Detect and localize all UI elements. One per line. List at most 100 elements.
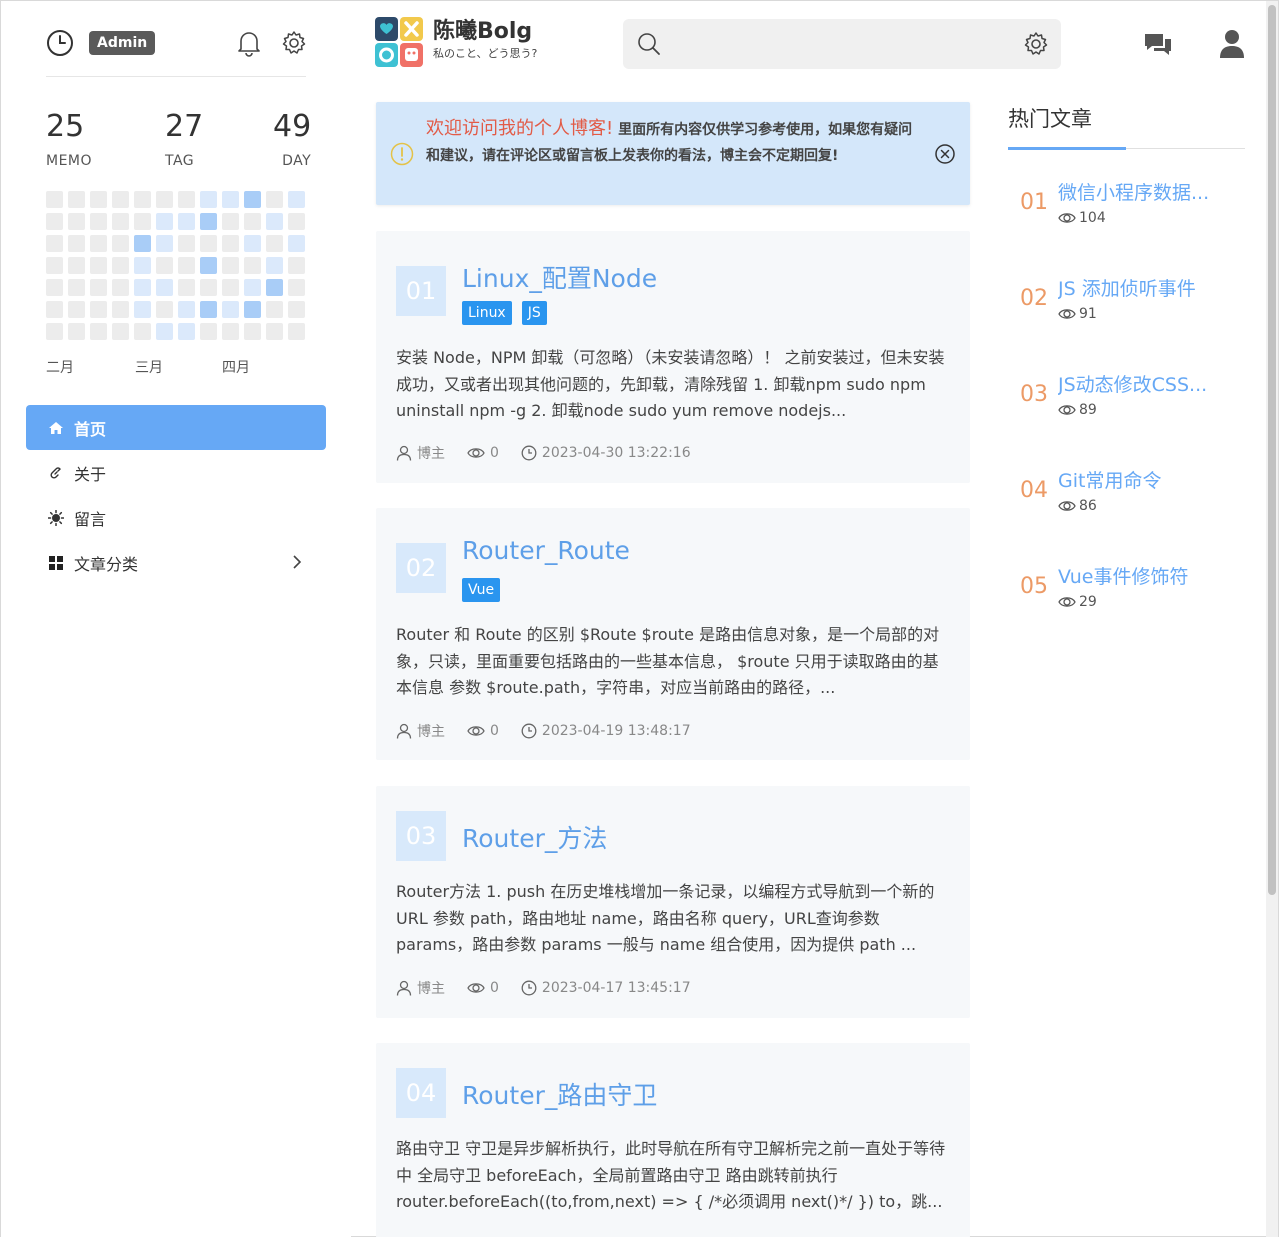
- heatmap-cell: [288, 323, 305, 340]
- eye-icon: [1058, 309, 1076, 319]
- heatmap-cell: [134, 235, 151, 252]
- search-bar: [623, 19, 1061, 69]
- hot-article-title[interactable]: Vue事件修饰符: [1058, 562, 1238, 589]
- nav-item-about[interactable]: 关于: [26, 450, 326, 495]
- heatmap-cell: [112, 235, 129, 252]
- nav-item-categories[interactable]: 文章分类: [26, 540, 326, 585]
- search-icon[interactable]: [637, 32, 661, 56]
- sidebar-toolbar: Admin: [46, 25, 306, 77]
- settings-gear-icon[interactable]: [281, 30, 307, 56]
- heatmap-cell: [244, 257, 261, 274]
- admin-badge[interactable]: Admin: [89, 31, 156, 55]
- heatmap-cell: [68, 213, 85, 230]
- eye-icon: [467, 448, 485, 458]
- hot-article-title[interactable]: 微信小程序数据...: [1058, 178, 1238, 205]
- article-author: 博主: [396, 978, 445, 998]
- heatmap-cell: [156, 235, 173, 252]
- heatmap-cell: [288, 191, 305, 208]
- clock-outline-icon: [521, 980, 537, 996]
- article-card[interactable]: 01 Linux_配置Node Linux JS 安装 Node，NPM 卸载（…: [376, 231, 970, 483]
- article-title[interactable]: Linux_配置Node: [462, 259, 657, 295]
- page-scrollbar[interactable]: [1266, 1, 1278, 1237]
- notice-text: 欢迎访问我的个人博客! 里面所有内容仅供学习参考使用，如果您有疑问和建议，请在评…: [426, 116, 916, 169]
- stat-day-label: DAY: [282, 153, 312, 169]
- article-card[interactable]: 03 Router_方法 Router方法 1. push 在历史堆栈增加一条记…: [376, 786, 970, 1018]
- article-title[interactable]: Router_方法: [462, 819, 607, 855]
- hot-article-title[interactable]: Git常用命令: [1058, 466, 1238, 493]
- hot-article-item[interactable]: 01 微信小程序数据... 104: [1008, 178, 1245, 238]
- article-title[interactable]: Router_路由守卫: [462, 1076, 657, 1112]
- heatmap-cell: [200, 257, 217, 274]
- article-tag[interactable]: Vue: [462, 578, 501, 602]
- article-date: 2023-04-30 13:22:16: [521, 445, 691, 461]
- hot-rank: 05: [1020, 574, 1048, 599]
- heatmap-cell: [46, 191, 63, 208]
- left-sidebar: Admin 25 MEMO 27 TAG 49 DAY 二月 三月 四月 首页 …: [1, 1, 351, 1237]
- article-tag[interactable]: Linux: [462, 301, 512, 325]
- hot-articles-title: 热门文章: [1008, 107, 1092, 131]
- heatmap-cell: [222, 323, 239, 340]
- heatmap-cell: [46, 213, 63, 230]
- stat-tag: 27 TAG: [165, 109, 203, 169]
- article-tags: Linux JS: [462, 301, 547, 325]
- hot-article-views: 91: [1058, 306, 1097, 322]
- eye-icon: [467, 983, 485, 993]
- brand[interactable]: 陈曦Bolg 私のこと、どう思う?: [433, 17, 537, 61]
- site-logo[interactable]: [375, 17, 423, 67]
- article-date: 2023-04-19 13:48:17: [521, 723, 691, 739]
- hot-article-item[interactable]: 03 JS动态修改CSS... 89: [1008, 370, 1245, 430]
- heatmap-cell: [200, 213, 217, 230]
- article-card[interactable]: 04 Router_路由守卫 路由守卫 守卫是异步解析执行，此时导航在所有守卫解…: [376, 1043, 970, 1237]
- eye-icon: [1058, 501, 1076, 511]
- nav-item-guestbook[interactable]: 留言: [26, 495, 326, 540]
- heatmap-cell: [134, 213, 151, 230]
- month-label: 三月: [135, 360, 163, 376]
- notice-highlight: 欢迎访问我的个人博客!: [426, 118, 614, 139]
- user-icon[interactable]: [1219, 29, 1245, 59]
- heatmap-cell: [178, 279, 195, 296]
- sun-icon: [48, 509, 64, 526]
- heatmap-cell: [134, 301, 151, 318]
- search-settings-icon[interactable]: [1023, 31, 1049, 57]
- user-outline-icon: [396, 980, 412, 996]
- article-tag[interactable]: JS: [521, 301, 547, 325]
- nav-item-home[interactable]: 首页: [26, 405, 326, 450]
- stats-panel: 25 MEMO 27 TAG 49 DAY: [46, 109, 311, 179]
- brand-name: 陈曦Bolg: [433, 19, 533, 44]
- hot-article-item[interactable]: 04 Git常用命令 86: [1008, 466, 1245, 526]
- heatmap-cell: [46, 323, 63, 340]
- hot-article-item[interactable]: 05 Vue事件修饰符 29: [1008, 562, 1245, 622]
- date-text: 2023-04-17 13:45:17: [541, 980, 691, 996]
- heatmap-cell: [222, 191, 239, 208]
- stat-memo: 25 MEMO: [46, 109, 92, 169]
- scrollbar-thumb[interactable]: [1268, 5, 1276, 895]
- article-index: 04: [396, 1068, 446, 1118]
- heatmap-cell: [244, 235, 261, 252]
- hot-article-title[interactable]: JS 添加侦听事件: [1058, 274, 1238, 301]
- chat-icon[interactable]: [1143, 31, 1173, 59]
- user-outline-icon: [396, 723, 412, 739]
- bell-icon[interactable]: [236, 29, 262, 57]
- author-name: 博主: [417, 446, 445, 462]
- close-icon[interactable]: [934, 143, 956, 165]
- heatmap-cell: [112, 257, 129, 274]
- hot-article-title[interactable]: JS动态修改CSS...: [1058, 370, 1238, 397]
- article-views: 0: [467, 980, 499, 996]
- heatmap-cell: [288, 279, 305, 296]
- heatmap-cell: [222, 257, 239, 274]
- view-count: 29: [1079, 594, 1097, 610]
- view-count: 104: [1079, 210, 1106, 226]
- title-underline: [1008, 147, 1126, 150]
- search-input[interactable]: [673, 29, 1003, 59]
- article-card[interactable]: 02 Router_Route Vue Router 和 Route 的区别 $…: [376, 508, 970, 760]
- article-meta: 博主 0 2023-04-17 13:45:17: [396, 978, 713, 998]
- hot-article-views: 104: [1058, 210, 1106, 226]
- heatmap-cell: [46, 279, 63, 296]
- month-label: 四月: [222, 360, 250, 376]
- heatmap-cell: [46, 301, 63, 318]
- article-title[interactable]: Router_Route: [462, 536, 630, 565]
- warning-icon: [390, 142, 414, 166]
- hot-article-item[interactable]: 02 JS 添加侦听事件 91: [1008, 274, 1245, 334]
- clock-icon[interactable]: [46, 29, 74, 57]
- heatmap-cell: [288, 301, 305, 318]
